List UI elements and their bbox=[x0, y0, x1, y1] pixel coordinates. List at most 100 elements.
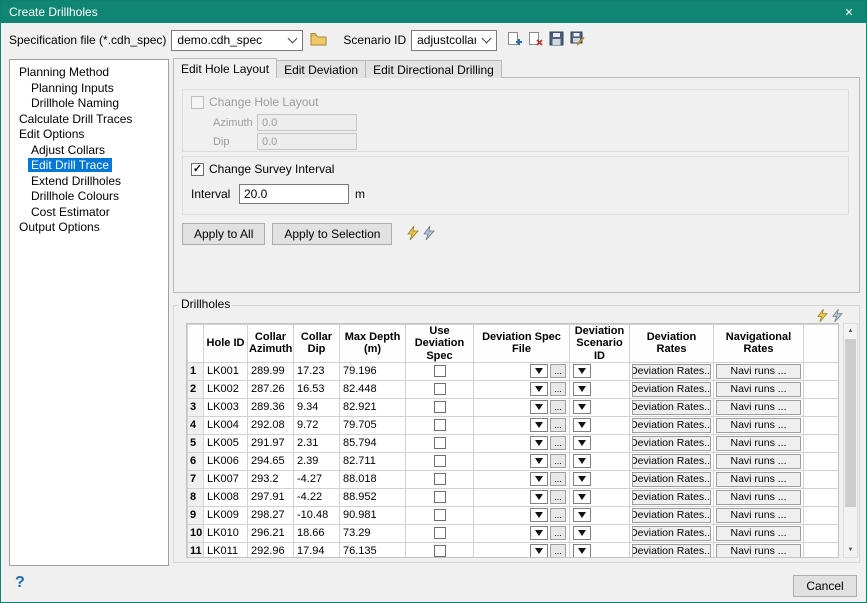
delete-scenario-button[interactable] bbox=[526, 31, 545, 50]
deviation-rates-button[interactable]: Deviation Rates... bbox=[632, 526, 711, 541]
change-hole-layout-checkbox[interactable] bbox=[191, 96, 204, 109]
deviation-scenario-dropdown[interactable] bbox=[573, 436, 591, 450]
apply-to-all-button[interactable]: Apply to All bbox=[182, 223, 265, 245]
row-number-cell[interactable]: 9 bbox=[188, 506, 204, 524]
cell-max-depth[interactable]: 85.794 bbox=[340, 434, 406, 452]
cell-collar-dip[interactable]: -4.22 bbox=[294, 488, 340, 506]
cell-hole-id[interactable]: LK004 bbox=[204, 416, 248, 434]
cell-hole-id[interactable]: LK007 bbox=[204, 470, 248, 488]
deviation-rates-button[interactable]: Deviation Rates... bbox=[632, 544, 711, 558]
interval-field[interactable]: 20.0 bbox=[239, 184, 349, 204]
cell-collar-azimuth[interactable]: 287.26 bbox=[248, 380, 294, 398]
cell-collar-azimuth[interactable]: 293.2 bbox=[248, 470, 294, 488]
navigational-rates-button[interactable]: Navi runs ... bbox=[716, 490, 801, 505]
row-number-cell[interactable]: 3 bbox=[188, 398, 204, 416]
use-deviation-spec-checkbox[interactable] bbox=[434, 383, 446, 395]
use-deviation-spec-checkbox[interactable] bbox=[434, 437, 446, 449]
use-deviation-spec-checkbox[interactable] bbox=[434, 365, 446, 377]
cell-max-depth[interactable]: 76.135 bbox=[340, 542, 406, 558]
sidebar-item-cost-estimator[interactable]: Cost Estimator bbox=[28, 205, 113, 219]
browse-deviation-spec-button[interactable]: ... bbox=[550, 400, 566, 414]
browse-deviation-spec-button[interactable]: ... bbox=[550, 526, 566, 540]
deviation-rates-button[interactable]: Deviation Rates... bbox=[632, 382, 711, 397]
cell-collar-dip[interactable]: 17.23 bbox=[294, 362, 340, 380]
deviation-scenario-dropdown[interactable] bbox=[573, 418, 591, 432]
cell-hole-id[interactable]: LK010 bbox=[204, 524, 248, 542]
cancel-button[interactable]: Cancel bbox=[793, 575, 857, 597]
cell-max-depth[interactable]: 79.196 bbox=[340, 362, 406, 380]
apply-to-selection-button[interactable]: Apply to Selection bbox=[272, 223, 392, 245]
cell-collar-dip[interactable]: 18.66 bbox=[294, 524, 340, 542]
browse-spec-file-button[interactable] bbox=[307, 30, 329, 51]
cell-collar-azimuth[interactable]: 294.65 bbox=[248, 452, 294, 470]
cell-hole-id[interactable]: LK008 bbox=[204, 488, 248, 506]
sidebar-item-edit-options[interactable]: Edit Options bbox=[16, 127, 87, 141]
navigational-rates-button[interactable]: Navi runs ... bbox=[716, 472, 801, 487]
deviation-rates-button[interactable]: Deviation Rates... bbox=[632, 454, 711, 469]
deviation-spec-file-dropdown[interactable] bbox=[530, 382, 548, 396]
navigational-rates-button[interactable]: Navi runs ... bbox=[716, 400, 801, 415]
cell-hole-id[interactable]: LK003 bbox=[204, 398, 248, 416]
use-deviation-spec-checkbox[interactable] bbox=[434, 527, 446, 539]
use-deviation-spec-checkbox[interactable] bbox=[434, 509, 446, 521]
cell-hole-id[interactable]: LK011 bbox=[204, 542, 248, 558]
cell-collar-dip[interactable]: 17.94 bbox=[294, 542, 340, 558]
navigational-rates-button[interactable]: Navi runs ... bbox=[716, 382, 801, 397]
use-deviation-spec-checkbox[interactable] bbox=[434, 401, 446, 413]
row-number-cell[interactable]: 5 bbox=[188, 434, 204, 452]
cell-max-depth[interactable]: 82.711 bbox=[340, 452, 406, 470]
deviation-spec-file-dropdown[interactable] bbox=[530, 508, 548, 522]
browse-deviation-spec-button[interactable]: ... bbox=[550, 364, 566, 378]
help-button[interactable]: ? bbox=[15, 574, 25, 592]
sidebar-item-extend-drillholes[interactable]: Extend Drillholes bbox=[28, 174, 124, 188]
deviation-scenario-dropdown[interactable] bbox=[573, 508, 591, 522]
cell-collar-dip[interactable]: 9.72 bbox=[294, 416, 340, 434]
deviation-scenario-dropdown[interactable] bbox=[573, 382, 591, 396]
use-deviation-spec-checkbox[interactable] bbox=[434, 545, 446, 557]
cell-collar-dip[interactable]: 9.34 bbox=[294, 398, 340, 416]
new-scenario-button[interactable] bbox=[505, 31, 524, 50]
deviation-scenario-dropdown[interactable] bbox=[573, 472, 591, 486]
cell-collar-azimuth[interactable]: 292.96 bbox=[248, 542, 294, 558]
scroll-up-icon[interactable]: ▲ bbox=[844, 324, 857, 338]
deviation-rates-button[interactable]: Deviation Rates... bbox=[632, 436, 711, 451]
deviation-scenario-dropdown[interactable] bbox=[573, 400, 591, 414]
use-deviation-spec-checkbox[interactable] bbox=[434, 455, 446, 467]
cell-max-depth[interactable]: 88.952 bbox=[340, 488, 406, 506]
navigational-rates-button[interactable]: Navi runs ... bbox=[716, 508, 801, 523]
tab-edit-directional-drilling[interactable]: Edit Directional Drilling bbox=[365, 60, 502, 78]
cell-max-depth[interactable]: 82.921 bbox=[340, 398, 406, 416]
browse-deviation-spec-button[interactable]: ... bbox=[550, 544, 566, 558]
deviation-spec-file-dropdown[interactable] bbox=[530, 526, 548, 540]
deviation-scenario-dropdown[interactable] bbox=[573, 364, 591, 378]
cell-collar-azimuth[interactable]: 292.08 bbox=[248, 416, 294, 434]
row-number-cell[interactable]: 4 bbox=[188, 416, 204, 434]
deviation-scenario-dropdown[interactable] bbox=[573, 526, 591, 540]
browse-deviation-spec-button[interactable]: ... bbox=[550, 418, 566, 432]
browse-deviation-spec-button[interactable]: ... bbox=[550, 436, 566, 450]
row-number-cell[interactable]: 1 bbox=[188, 362, 204, 380]
sidebar-item-output-options[interactable]: Output Options bbox=[16, 220, 103, 234]
navigational-rates-button[interactable]: Navi runs ... bbox=[716, 418, 801, 433]
scroll-down-icon[interactable]: ▼ bbox=[844, 543, 857, 557]
spec-file-combobox[interactable]: demo.cdh_spec bbox=[171, 30, 303, 51]
sidebar-item-planning-method[interactable]: Planning Method bbox=[16, 65, 112, 79]
deviation-scenario-dropdown[interactable] bbox=[573, 490, 591, 504]
cell-hole-id[interactable]: LK005 bbox=[204, 434, 248, 452]
cell-hole-id[interactable]: LK006 bbox=[204, 452, 248, 470]
cell-collar-dip[interactable]: 2.39 bbox=[294, 452, 340, 470]
cell-collar-dip[interactable]: 2.31 bbox=[294, 434, 340, 452]
cell-collar-azimuth[interactable]: 289.36 bbox=[248, 398, 294, 416]
row-number-cell[interactable]: 6 bbox=[188, 452, 204, 470]
deviation-scenario-dropdown[interactable] bbox=[573, 544, 591, 558]
cell-collar-dip[interactable]: 16.53 bbox=[294, 380, 340, 398]
cell-collar-azimuth[interactable]: 289.99 bbox=[248, 362, 294, 380]
cell-collar-dip[interactable]: -10.48 bbox=[294, 506, 340, 524]
navigational-rates-button[interactable]: Navi runs ... bbox=[716, 454, 801, 469]
save-as-scenario-button[interactable] bbox=[568, 31, 587, 50]
deviation-spec-file-dropdown[interactable] bbox=[530, 436, 548, 450]
tab-edit-hole-layout[interactable]: Edit Hole Layout bbox=[173, 58, 277, 78]
table-vertical-scrollbar[interactable]: ▲ ▼ bbox=[843, 323, 858, 558]
browse-deviation-spec-button[interactable]: ... bbox=[550, 454, 566, 468]
deviation-spec-file-dropdown[interactable] bbox=[530, 472, 548, 486]
